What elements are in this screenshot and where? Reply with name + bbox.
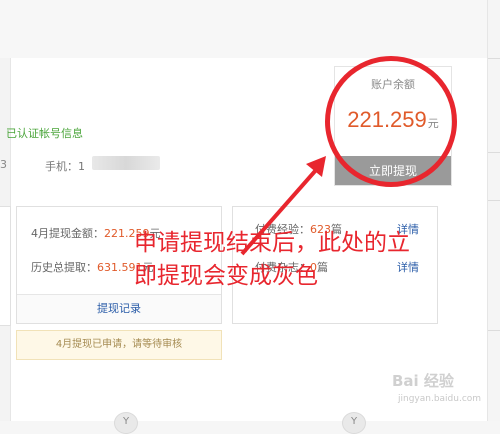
verified-account-link[interactable]: 已认证帐号信息 xyxy=(6,125,83,141)
watermark-url: jingyan.baidu.com xyxy=(398,394,482,404)
month-withdraw-label: 4月提现金额： xyxy=(31,227,104,240)
annotation-line-2: 即提现会变成灰色 xyxy=(134,263,318,289)
bottom-badge-right: Y xyxy=(342,412,366,434)
phone-number-blurred xyxy=(92,156,160,170)
account-id-fragment: 3 xyxy=(0,158,7,171)
phone-label: 手机：1 xyxy=(45,160,85,173)
annotation-line-1: 申请提现结束后，此处的立 xyxy=(134,230,410,256)
watermark-logo: Bai 经验 xyxy=(392,372,454,390)
balance-unit: 元 xyxy=(427,118,439,130)
balance-amount: 221.259元 xyxy=(335,107,451,133)
right-scroll-strip xyxy=(487,0,500,421)
top-band xyxy=(0,0,500,58)
withdraw-records-link[interactable]: 提现记录 xyxy=(17,294,221,323)
withdraw-pending-notice: 4月提现已申请，请等待审核 xyxy=(16,330,222,360)
balance-value: 221.259 xyxy=(347,107,427,132)
page: 已认证帐号信息 3 手机：1 账户余额 221.259元 立即提现 4月提现金额… xyxy=(0,0,500,434)
annotation-text: 申请提现结束后，此处的立 即提现会变成灰色 xyxy=(134,227,410,293)
baidu-watermark: Bai 经验 jingyan.baidu.com xyxy=(384,370,484,414)
balance-label: 账户余额 xyxy=(371,78,415,91)
balance-card: 账户余额 221.259元 立即提现 xyxy=(334,66,452,186)
total-withdraw-label: 历史总提取： xyxy=(31,261,97,274)
withdraw-now-button[interactable]: 立即提现 xyxy=(335,156,451,185)
left-panel-stub xyxy=(0,206,11,326)
bottom-badge-left: Y xyxy=(114,412,138,434)
